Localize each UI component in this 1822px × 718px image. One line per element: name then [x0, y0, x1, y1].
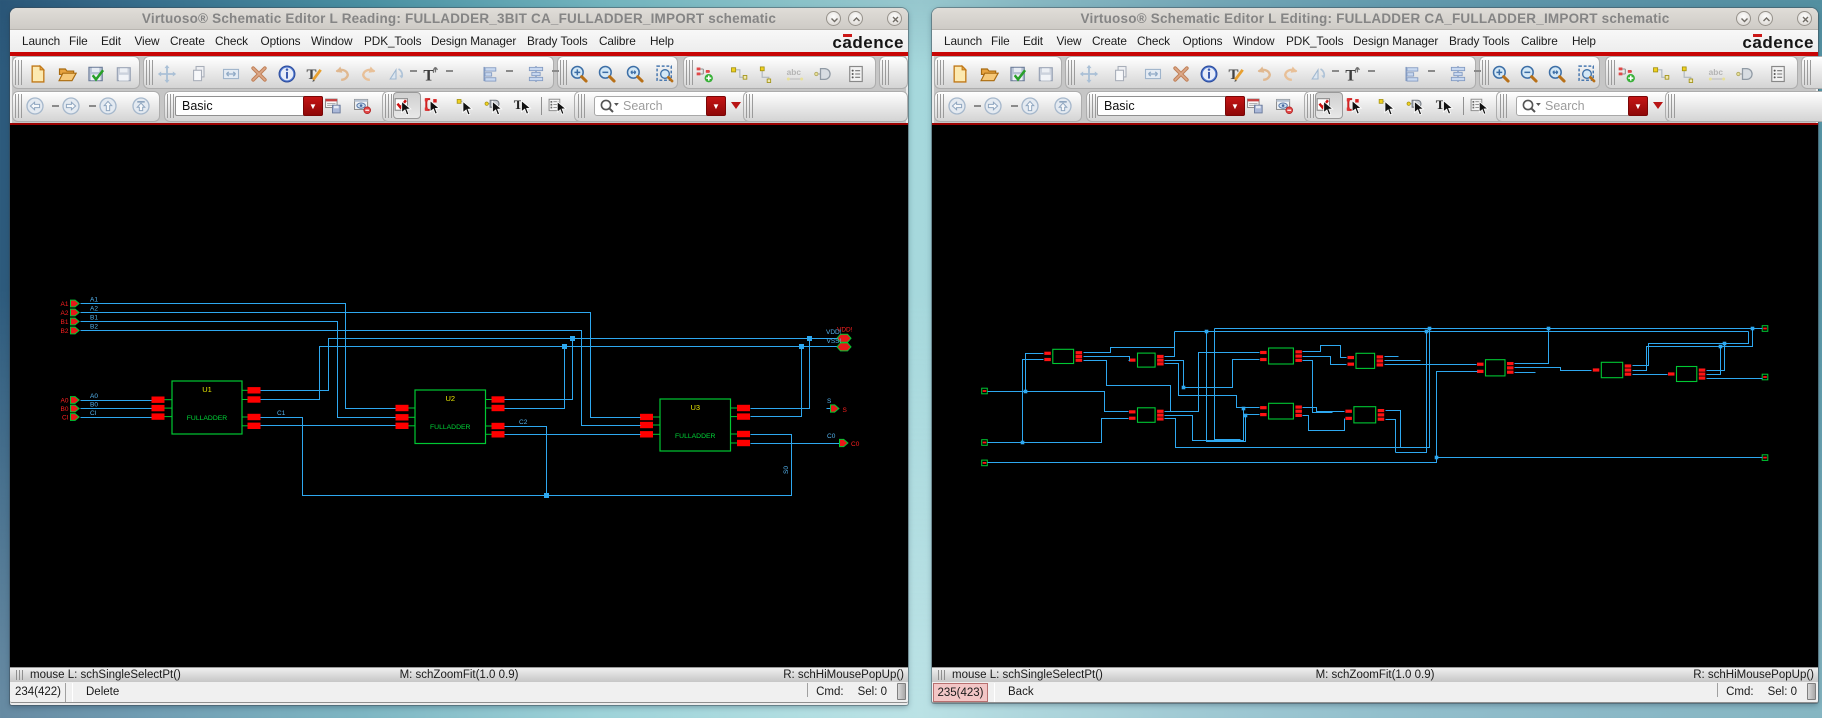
svg-text:T: T: [1345, 68, 1356, 84]
svg-text:A0: A0: [61, 398, 69, 405]
svg-text:A1: A1: [90, 297, 98, 304]
svg-text:U2: U2: [445, 394, 455, 403]
svg-text:U1: U1: [202, 385, 212, 394]
svg-text:B2: B2: [61, 328, 69, 335]
svg-text:abc: abc: [1709, 67, 1724, 77]
svg-text:U3: U3: [690, 403, 700, 412]
svg-text:A2: A2: [90, 306, 98, 313]
svg-text:CI: CI: [62, 415, 69, 422]
svg-text:B1: B1: [61, 319, 69, 326]
svg-text:S0: S0: [783, 466, 790, 474]
svg-text:T: T: [307, 67, 317, 83]
svg-text:C0: C0: [827, 433, 836, 440]
svg-text:A2: A2: [61, 310, 69, 317]
svg-text:B2: B2: [90, 324, 98, 331]
svg-text:B0: B0: [61, 406, 69, 413]
svg-text:FULLADDER: FULLADDER: [187, 415, 228, 422]
svg-text:VSS!: VSS!: [827, 338, 842, 345]
svg-text:B0: B0: [90, 402, 98, 409]
svg-text:B1: B1: [90, 315, 98, 322]
svg-text:T: T: [1229, 67, 1239, 83]
svg-text:C0: C0: [851, 441, 860, 448]
svg-text:C1: C1: [277, 410, 286, 417]
svg-text:CI: CI: [90, 410, 97, 417]
svg-text:abc: abc: [787, 67, 802, 77]
svg-text:VDD!: VDD!: [826, 329, 842, 336]
svg-text:FULLADDER: FULLADDER: [430, 424, 471, 431]
svg-text:A1: A1: [61, 301, 69, 308]
svg-text:C2: C2: [519, 419, 528, 426]
svg-text:S: S: [843, 407, 848, 414]
svg-text:T: T: [423, 68, 434, 84]
svg-text:A0: A0: [90, 393, 98, 400]
svg-text:S: S: [827, 398, 832, 405]
svg-text:FULLADDER: FULLADDER: [675, 433, 716, 440]
